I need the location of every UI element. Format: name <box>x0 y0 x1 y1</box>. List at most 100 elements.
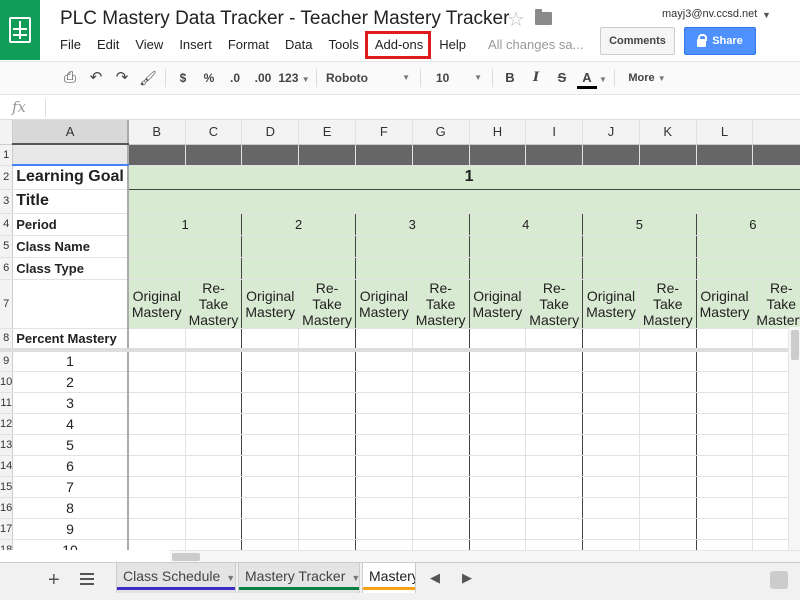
original-mastery-header[interactable]: Original Mastery <box>696 279 754 329</box>
grid-cell[interactable] <box>525 539 584 550</box>
redo-icon[interactable]: ↷ <box>112 62 132 94</box>
print-icon[interactable]: ⎙ <box>60 62 80 94</box>
grid-cell[interactable] <box>469 413 527 435</box>
header-band-cell[interactable] <box>696 144 754 166</box>
grid-cell[interactable] <box>411 434 470 456</box>
cell-class-name-label[interactable]: Class Name <box>12 235 129 258</box>
grid-cell[interactable] <box>298 518 356 540</box>
grid-cell[interactable] <box>469 476 527 498</box>
row-header[interactable]: 12 <box>0 413 14 435</box>
font-size-select[interactable]: 10 ▼ <box>430 62 486 94</box>
grid-cell[interactable] <box>411 350 470 372</box>
grid-cell[interactable] <box>184 518 243 540</box>
grid-cell[interactable] <box>298 371 356 393</box>
grid-cell[interactable] <box>696 476 754 498</box>
retake-mastery-header[interactable]: Re-Take Mastery <box>639 279 697 329</box>
grid-cell[interactable] <box>355 455 413 477</box>
grid-cell[interactable] <box>638 371 697 393</box>
grid-cell[interactable] <box>127 455 186 477</box>
student-number-cell[interactable]: 2 <box>12 371 129 393</box>
student-number-cell[interactable]: 7 <box>12 476 129 498</box>
header-band-cell[interactable] <box>298 144 356 166</box>
grid-cell[interactable] <box>638 413 697 435</box>
grid-cell[interactable] <box>411 476 470 498</box>
row-header[interactable]: 10 <box>0 371 14 393</box>
student-number-cell[interactable]: 3 <box>12 392 129 414</box>
period-value-cell[interactable] <box>127 257 243 280</box>
row-header[interactable]: 7 <box>0 279 14 329</box>
period-value-cell[interactable] <box>582 235 697 258</box>
grid-cell[interactable] <box>298 476 356 498</box>
grid-cell[interactable] <box>696 518 754 540</box>
grid-cell[interactable] <box>241 413 300 435</box>
grid-cell[interactable] <box>525 413 584 435</box>
chevron-down-icon[interactable]: ▼ <box>598 62 608 94</box>
horizontal-scroll-thumb[interactable] <box>172 553 200 561</box>
grid-cell[interactable] <box>696 434 754 456</box>
percent-mastery-cell[interactable] <box>639 328 697 352</box>
percent-mastery-cell[interactable] <box>355 328 413 352</box>
grid-cell[interactable] <box>355 434 413 456</box>
strikethrough-button[interactable]: S <box>554 62 570 94</box>
original-mastery-header[interactable]: Original Mastery <box>127 279 186 329</box>
grid-cell[interactable] <box>638 455 697 477</box>
sheet-tab-class-schedule[interactable]: Class Schedule ▼ <box>116 563 236 593</box>
grid-cell[interactable] <box>696 455 754 477</box>
column-header-h[interactable]: H <box>469 120 527 145</box>
grid-cell[interactable] <box>525 476 584 498</box>
grid-cell[interactable] <box>411 518 470 540</box>
grid-cell[interactable] <box>411 455 470 477</box>
grid-cell[interactable] <box>525 497 584 519</box>
row-header[interactable]: 3 <box>0 189 14 214</box>
grid-cell[interactable] <box>184 434 243 456</box>
grid-cell[interactable] <box>696 392 754 414</box>
grid-cell[interactable] <box>355 350 413 372</box>
grid-cell[interactable] <box>582 455 640 477</box>
original-mastery-header[interactable]: Original Mastery <box>469 279 527 329</box>
grid-cell[interactable] <box>469 392 527 414</box>
grid-cell[interactable] <box>582 539 640 550</box>
all-sheets-icon[interactable] <box>80 573 94 585</box>
grid-cell[interactable] <box>298 434 356 456</box>
save-status[interactable]: All changes sa... <box>488 37 583 52</box>
grid-cell[interactable] <box>298 413 356 435</box>
menu-format[interactable]: Format <box>220 36 277 54</box>
grid-cell[interactable] <box>525 455 584 477</box>
explore-icon[interactable] <box>770 571 788 589</box>
row-header[interactable]: 16 <box>0 497 14 519</box>
grid-cell[interactable] <box>582 476 640 498</box>
menu-help[interactable]: Help <box>431 36 474 54</box>
grid-cell[interactable] <box>582 371 640 393</box>
grid-cell[interactable] <box>525 371 584 393</box>
grid-cell[interactable] <box>127 371 186 393</box>
percent-mastery-cell[interactable] <box>582 328 640 352</box>
row-header[interactable]: 6 <box>0 257 14 280</box>
cell-period-label[interactable]: Period <box>12 212 129 236</box>
percent-mastery-cell[interactable] <box>696 328 754 352</box>
header-band-cell[interactable] <box>127 144 186 166</box>
grid-cell[interactable] <box>298 392 356 414</box>
grid-cell[interactable] <box>469 371 527 393</box>
period-value-cell[interactable] <box>355 235 470 258</box>
student-number-cell[interactable]: 9 <box>12 518 129 540</box>
decrease-decimal-button[interactable]: .0 <box>224 62 246 94</box>
column-header-g[interactable]: G <box>412 120 470 145</box>
grid-cell[interactable] <box>638 350 697 372</box>
grid-cell[interactable] <box>184 497 243 519</box>
grid-cell[interactable] <box>469 434 527 456</box>
percent-mastery-cell[interactable] <box>525 328 584 352</box>
percent-mastery-cell[interactable] <box>298 328 356 352</box>
folder-icon[interactable] <box>535 9 552 25</box>
student-number-cell[interactable]: 1 <box>12 350 129 372</box>
chevron-down-icon[interactable]: ▼ <box>351 573 359 583</box>
menu-view[interactable]: View <box>127 36 171 54</box>
grid-cell[interactable] <box>638 476 697 498</box>
header-band-cell[interactable] <box>639 144 697 166</box>
grid-cell[interactable] <box>298 350 356 372</box>
share-button[interactable]: Share <box>684 27 756 55</box>
column-header-e[interactable]: E <box>298 120 356 145</box>
header-band-cell[interactable] <box>582 144 640 166</box>
increase-decimal-button[interactable]: .00 <box>250 62 276 94</box>
period-value-cell[interactable] <box>469 235 584 258</box>
cell-learning-goal-label[interactable]: Learning Goal <box>12 165 129 190</box>
